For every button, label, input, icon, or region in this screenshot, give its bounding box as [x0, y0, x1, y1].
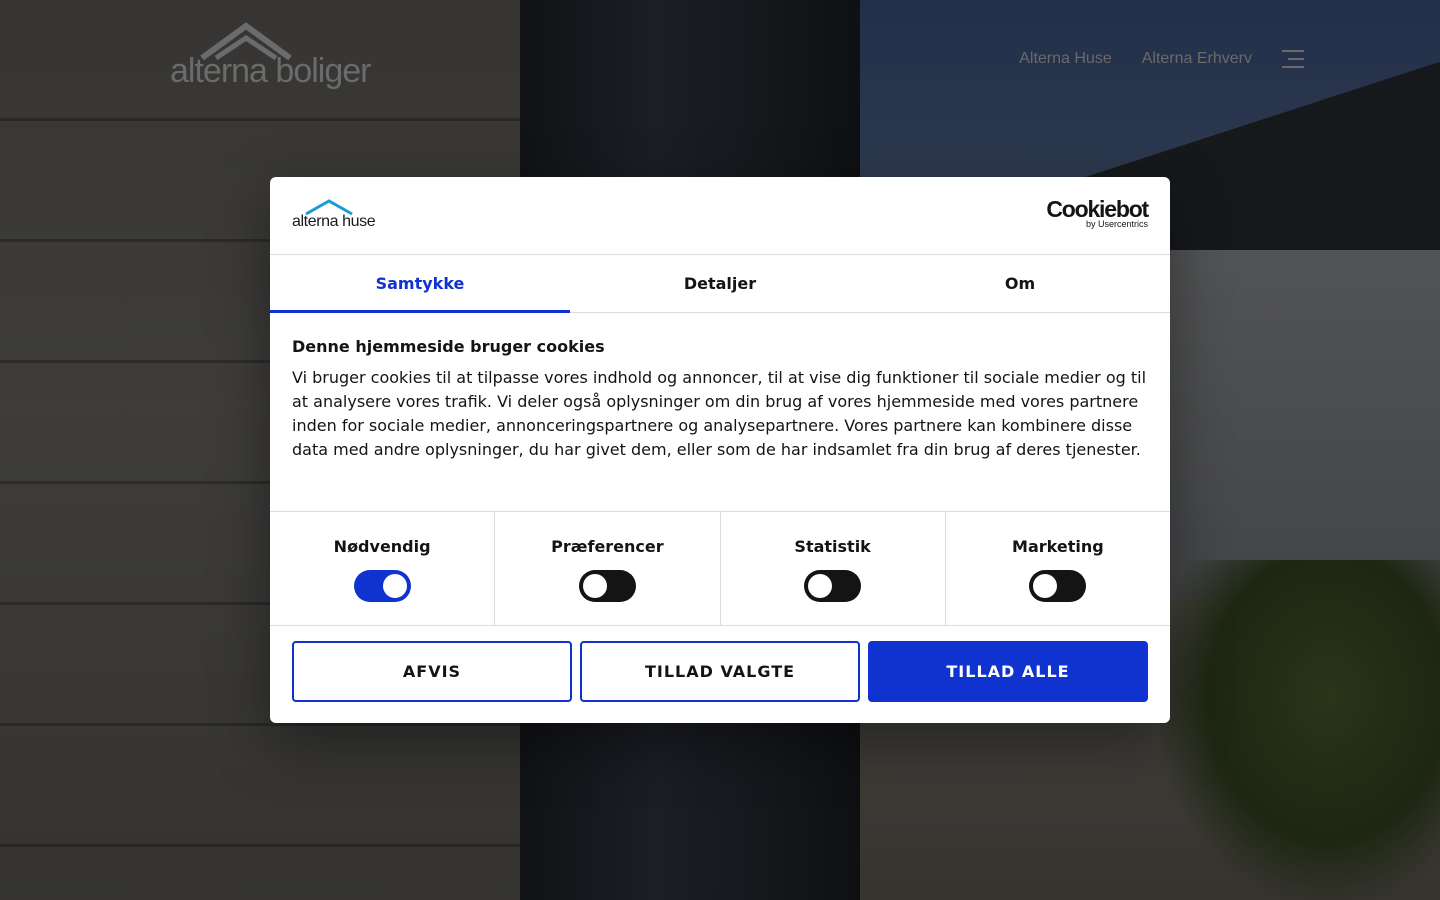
- toggle-label-marketing: Marketing: [1012, 537, 1104, 556]
- toggle-group-statistics: Statistik: [721, 512, 946, 625]
- toggle-necessary[interactable]: [353, 570, 411, 602]
- alterna-huse-logo: alterna huse: [292, 199, 382, 233]
- site-logo[interactable]: alterna boliger: [170, 22, 390, 98]
- consent-toggles: Nødvendig Præferencer Statistik Marketin…: [270, 512, 1170, 626]
- cookiebot-name: Cookiebot: [1046, 196, 1149, 222]
- toggle-statistics[interactable]: [804, 570, 862, 602]
- toggle-group-marketing: Marketing: [946, 512, 1170, 625]
- toggle-label-preferences: Præferencer: [551, 537, 664, 556]
- nav-link-alterna-erhverv[interactable]: Alterna Erhverv: [1142, 50, 1252, 68]
- reject-button[interactable]: AFVIS: [292, 641, 572, 702]
- cookiebot-logo[interactable]: Cookiebot by Usercentrics: [1046, 196, 1149, 229]
- consent-heading: Denne hjemmeside bruger cookies: [292, 337, 605, 356]
- nav-link-alterna-huse[interactable]: Alterna Huse: [1019, 50, 1112, 68]
- tab-samtykke[interactable]: Samtykke: [270, 255, 570, 313]
- allow-all-button[interactable]: TILLAD ALLE: [868, 641, 1148, 702]
- cookie-consent-dialog: alterna huse Cookiebot by Usercentrics S…: [270, 177, 1170, 723]
- toggle-group-necessary: Nødvendig: [270, 512, 496, 625]
- site-logo-text: alterna boliger: [170, 52, 371, 90]
- consent-description: Vi bruger cookies til at tilpasse vores …: [292, 368, 1147, 459]
- toggle-marketing[interactable]: [1029, 570, 1087, 602]
- toggle-preferences[interactable]: [578, 570, 636, 602]
- site-header: alterna boliger Alterna Huse Alterna Erh…: [0, 0, 1440, 120]
- consent-text-section: Denne hjemmeside bruger cookies Vi bruge…: [270, 313, 1170, 512]
- toggle-label-necessary: Nødvendig: [333, 537, 431, 556]
- consent-buttons: AFVIS TILLAD VALGTE TILLAD ALLE: [270, 626, 1170, 717]
- tab-om[interactable]: Om: [870, 255, 1170, 312]
- dialog-header: alterna huse Cookiebot by Usercentrics: [270, 177, 1170, 255]
- hamburger-menu-icon[interactable]: [1282, 50, 1304, 68]
- toggle-label-statistics: Statistik: [794, 537, 871, 556]
- alterna-huse-logo-text: alterna huse: [292, 213, 376, 230]
- main-nav: Alterna Huse Alterna Erhverv: [1019, 50, 1304, 68]
- toggle-group-preferences: Præferencer: [495, 512, 721, 625]
- allow-selected-button[interactable]: TILLAD VALGTE: [580, 641, 860, 702]
- tab-detaljer[interactable]: Detaljer: [570, 255, 870, 312]
- dialog-tabs: Samtykke Detaljer Om: [270, 255, 1170, 313]
